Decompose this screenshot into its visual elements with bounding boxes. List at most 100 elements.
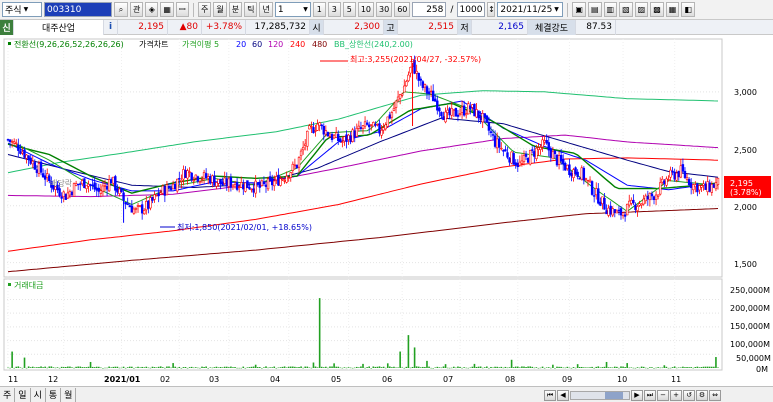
volume-bar	[543, 367, 546, 369]
right-tool-4[interactable]: ▧	[619, 2, 633, 17]
low-price: 2,165	[472, 19, 528, 35]
scroll-left-button[interactable]: ◀	[557, 389, 569, 401]
tool-button-4[interactable]: ꟷ	[175, 2, 189, 17]
candle-body	[531, 149, 534, 151]
interval-5-button[interactable]: 5	[342, 2, 356, 17]
scroll-thumb[interactable]	[605, 391, 623, 399]
volume-bar	[556, 366, 558, 368]
scroll-first-button[interactable]: ⏮	[544, 389, 556, 401]
volume-bar	[240, 367, 243, 369]
volume-bar	[131, 366, 133, 368]
period-week-button[interactable]: 주	[197, 2, 212, 17]
interval-10-button[interactable]: 10	[357, 2, 374, 17]
footer-tab-day[interactable]: 일	[15, 387, 31, 402]
stock-code-input[interactable]: 003310	[44, 2, 112, 17]
right-tool-7[interactable]: ▦	[665, 2, 680, 17]
interval-3-button[interactable]: 3	[327, 2, 341, 17]
candle-body	[41, 173, 45, 178]
volume-bar	[459, 366, 461, 368]
candle-body	[291, 163, 295, 171]
zoom-out-button[interactable]: −	[657, 389, 669, 401]
candle-body	[570, 172, 573, 177]
volume-bar	[118, 367, 121, 369]
tool-button-1[interactable]: 관	[130, 2, 144, 17]
stock-name: 대주산업	[14, 19, 104, 35]
volume-bar	[265, 366, 267, 368]
candle-body	[520, 160, 524, 164]
volume-bar	[428, 366, 430, 368]
volume-bar	[700, 367, 703, 368]
volume-bar	[259, 367, 261, 368]
volume-bar	[254, 364, 257, 368]
candle-body	[557, 155, 561, 165]
footer-tab-week[interactable]: 주	[0, 387, 16, 402]
settings-button[interactable]: ⚙	[696, 389, 708, 401]
volume-bar	[83, 367, 86, 368]
candle-body	[25, 154, 28, 159]
volume-bar	[333, 363, 335, 368]
right-tool-5[interactable]: ▨	[634, 2, 649, 17]
volume-bar	[618, 367, 620, 369]
right-tool-2[interactable]: ▤	[587, 2, 602, 17]
candle-body	[650, 193, 654, 197]
total-count-input[interactable]: 1000	[457, 2, 486, 17]
count-spin-button[interactable]: ↕	[487, 2, 496, 17]
right-tool-3[interactable]: ▥	[603, 2, 618, 17]
zoom-in-button[interactable]: +	[670, 389, 682, 401]
interval-60-button[interactable]: 60	[394, 2, 411, 17]
candle-body	[580, 167, 583, 180]
volume-bar	[467, 367, 470, 369]
right-tool-8[interactable]: ◧	[681, 2, 695, 17]
date-picker[interactable]: 2021/11/25 ▼	[497, 2, 564, 17]
open-label: 시	[310, 19, 324, 35]
candle-body	[130, 205, 134, 213]
candle-body	[176, 178, 179, 192]
candle-body	[708, 182, 711, 192]
candle-body	[275, 176, 278, 181]
reset-button[interactable]: ↺	[683, 389, 695, 401]
volume-bar	[98, 366, 100, 368]
volume-bar	[256, 367, 259, 368]
search-button[interactable]: ⌕	[114, 2, 128, 17]
candle-body	[564, 163, 567, 171]
fit-button[interactable]: ⇔	[709, 389, 721, 401]
minute-select[interactable]: 1 ▼	[274, 2, 311, 17]
candle-body	[229, 177, 233, 188]
legend-ma240: 240	[290, 40, 305, 49]
candle-body	[617, 209, 621, 212]
footer-tab-month[interactable]: 월	[61, 387, 77, 402]
info-button[interactable]: i	[104, 19, 118, 35]
volume-bar	[442, 366, 445, 368]
count-input[interactable]: 258	[412, 2, 447, 17]
tool-button-2[interactable]: ◈	[145, 2, 159, 17]
candle-body	[471, 104, 474, 108]
candle-body	[277, 174, 280, 186]
volume-bar	[411, 366, 414, 368]
candle-body	[545, 140, 548, 144]
chart-scrollbar[interactable]: ⏮ ◀ ▶ ⏭ − + ↺ ⚙ ⇔	[544, 389, 721, 401]
volume-bar	[438, 367, 441, 368]
volume-bar	[647, 367, 649, 369]
volume-tick: 150,000M	[730, 322, 770, 331]
period-minute-button[interactable]: 분	[228, 2, 243, 17]
stock-chart[interactable]: 전환선(9,26,26,52,26,26,26) 가격차트 가격이평 5 20 …	[0, 36, 773, 386]
interval-1-button[interactable]: 1	[312, 2, 326, 17]
asset-type-select[interactable]: 주식 ▼	[2, 2, 42, 17]
interval-30-button[interactable]: 30	[376, 2, 393, 17]
scroll-last-button[interactable]: ⏭	[644, 389, 656, 401]
scroll-right-button[interactable]: ▶	[631, 389, 643, 401]
tool-button-3[interactable]: ▦	[160, 2, 174, 17]
right-tool-1[interactable]: ▣	[572, 2, 586, 17]
volume-bar	[157, 366, 160, 368]
candle-body	[401, 93, 404, 96]
candle-body	[390, 112, 394, 118]
period-tick-button[interactable]: 틱	[244, 2, 258, 17]
right-tool-6[interactable]: ▩	[650, 2, 664, 17]
candle-body	[363, 121, 367, 127]
period-month-button[interactable]: 월	[213, 2, 227, 17]
footer-tab-time[interactable]: 시	[31, 387, 46, 402]
footer-tab-total[interactable]: 통	[46, 387, 62, 402]
line-icon: ꟷ	[179, 5, 186, 14]
scroll-track[interactable]	[570, 390, 630, 400]
period-year-button[interactable]: 년	[259, 2, 273, 17]
